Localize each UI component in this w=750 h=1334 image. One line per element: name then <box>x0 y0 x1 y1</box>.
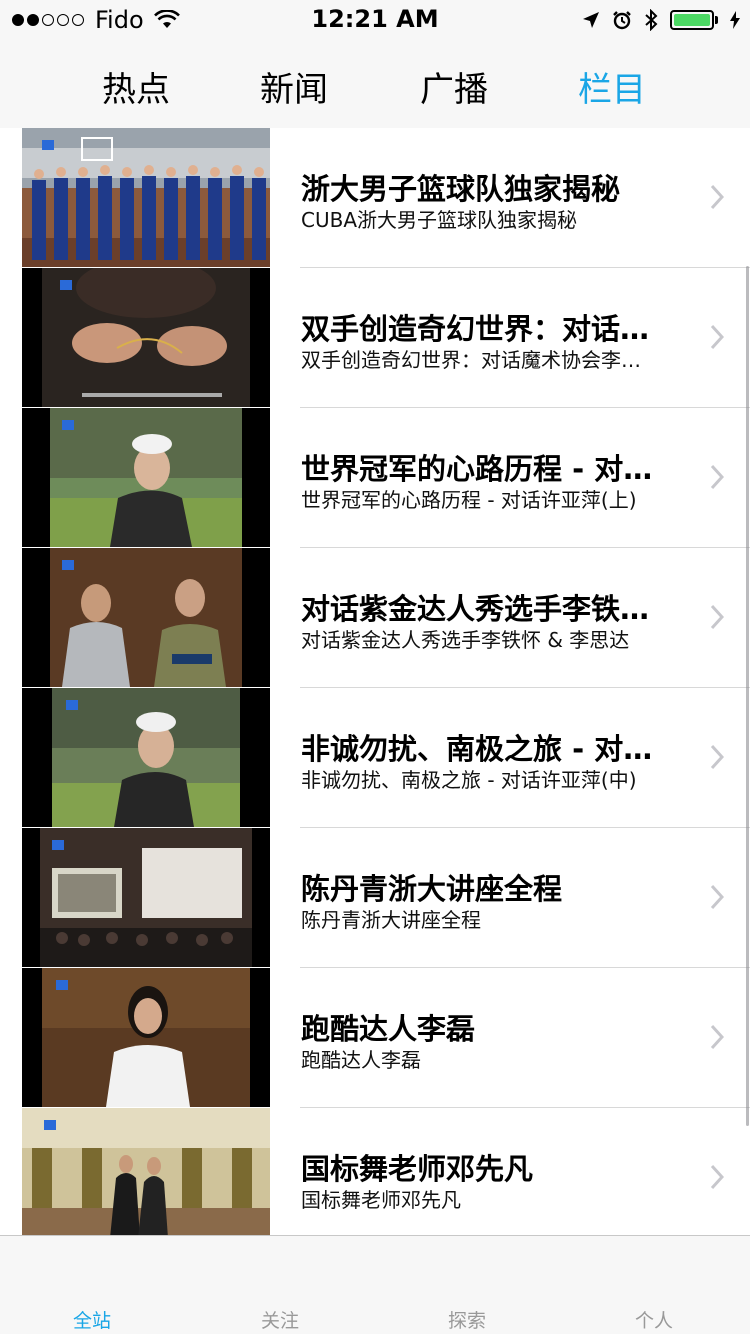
item-subtitle: 双手创造奇幻世界：对话魔术协会李… <box>301 348 641 372</box>
alarm-icon <box>613 11 631 30</box>
list-item[interactable]: 浙大男子篮球队独家揭秘 CUBA浙大男子篮球队独家揭秘 <box>0 128 750 268</box>
tab-radio[interactable]: 广播 <box>420 62 488 111</box>
video-thumbnail <box>22 968 270 1107</box>
battery-tip <box>715 16 718 24</box>
list-item[interactable]: 双手创造奇幻世界：对话… 双手创造奇幻世界：对话魔术协会李… <box>0 268 750 408</box>
chevron-right-icon <box>710 1164 724 1190</box>
video-thumbnail <box>22 268 270 407</box>
location-arrow-icon <box>583 12 599 28</box>
video-thumbnail <box>22 1108 270 1235</box>
tab-hot[interactable]: 热点 <box>102 62 170 111</box>
item-title: 浙大男子篮球队独家揭秘 <box>301 172 621 206</box>
tab-following[interactable]: 关注 <box>261 1306 299 1333</box>
item-title: 非诚勿扰、南极之旅 - 对… <box>301 732 653 766</box>
bottom-tab-bar: 全站 关注 探索 个人 <box>0 1235 750 1334</box>
charging-bolt-icon <box>730 11 740 29</box>
tab-columns[interactable]: 栏目 <box>578 62 646 111</box>
item-subtitle: 非诚勿扰、南极之旅 - 对话许亚萍(中) <box>301 768 637 792</box>
tab-explore[interactable]: 探索 <box>448 1306 486 1333</box>
list-item[interactable]: 对话紫金达人秀选手李铁… 对话紫金达人秀选手李铁怀 & 李思达 <box>0 548 750 688</box>
item-title: 世界冠军的心路历程 - 对… <box>301 452 653 486</box>
tab-news[interactable]: 新闻 <box>260 62 328 111</box>
list-item[interactable]: 非诚勿扰、南极之旅 - 对… 非诚勿扰、南极之旅 - 对话许亚萍(中) <box>0 688 750 828</box>
list-item[interactable]: 陈丹青浙大讲座全程 陈丹青浙大讲座全程 <box>0 828 750 968</box>
video-thumbnail <box>22 128 270 267</box>
list-item[interactable]: 世界冠军的心路历程 - 对… 世界冠军的心路历程 - 对话许亚萍(上) <box>0 408 750 548</box>
battery-icon <box>670 10 714 30</box>
item-title: 国标舞老师邓先凡 <box>301 1152 534 1186</box>
item-subtitle: 国标舞老师邓先凡 <box>301 1188 461 1212</box>
item-subtitle: 跑酷达人李磊 <box>301 1048 421 1072</box>
video-thumbnail <box>22 688 270 827</box>
chevron-right-icon <box>710 744 724 770</box>
list-item[interactable]: 跑酷达人李磊 跑酷达人李磊 <box>0 968 750 1108</box>
tab-all-site[interactable]: 全站 <box>73 1306 111 1333</box>
chevron-right-icon <box>710 464 724 490</box>
item-subtitle: CUBA浙大男子篮球队独家揭秘 <box>301 208 578 232</box>
chevron-right-icon <box>710 184 724 210</box>
item-subtitle: 对话紫金达人秀选手李铁怀 & 李思达 <box>301 628 630 652</box>
item-title: 跑酷达人李磊 <box>301 1012 476 1046</box>
status-right <box>570 6 740 34</box>
chevron-right-icon <box>710 324 724 350</box>
top-tab-bar: 热点 新闻 广播 栏目 <box>0 40 750 128</box>
status-bar: Fido 12:21 AM <box>0 0 750 40</box>
item-title: 双手创造奇幻世界：对话… <box>301 312 650 346</box>
bluetooth-icon <box>645 9 658 31</box>
video-thumbnail <box>22 828 270 967</box>
item-title: 陈丹青浙大讲座全程 <box>301 872 563 906</box>
video-thumbnail <box>22 408 270 547</box>
chevron-right-icon <box>710 1024 724 1050</box>
scroll-indicator[interactable] <box>746 266 749 1126</box>
video-thumbnail <box>22 548 270 687</box>
item-subtitle: 世界冠军的心路历程 - 对话许亚萍(上) <box>301 488 637 512</box>
list-item[interactable]: 国标舞老师邓先凡 国标舞老师邓先凡 <box>0 1108 750 1235</box>
item-title: 对话紫金达人秀选手李铁… <box>301 592 650 626</box>
program-list: 浙大男子篮球队独家揭秘 CUBA浙大男子篮球队独家揭秘 双手创造奇幻世界：对话…… <box>0 128 750 1235</box>
battery-fill <box>674 14 710 26</box>
chevron-right-icon <box>710 604 724 630</box>
tab-profile[interactable]: 个人 <box>635 1306 673 1333</box>
chevron-right-icon <box>710 884 724 910</box>
item-subtitle: 陈丹青浙大讲座全程 <box>301 908 481 932</box>
